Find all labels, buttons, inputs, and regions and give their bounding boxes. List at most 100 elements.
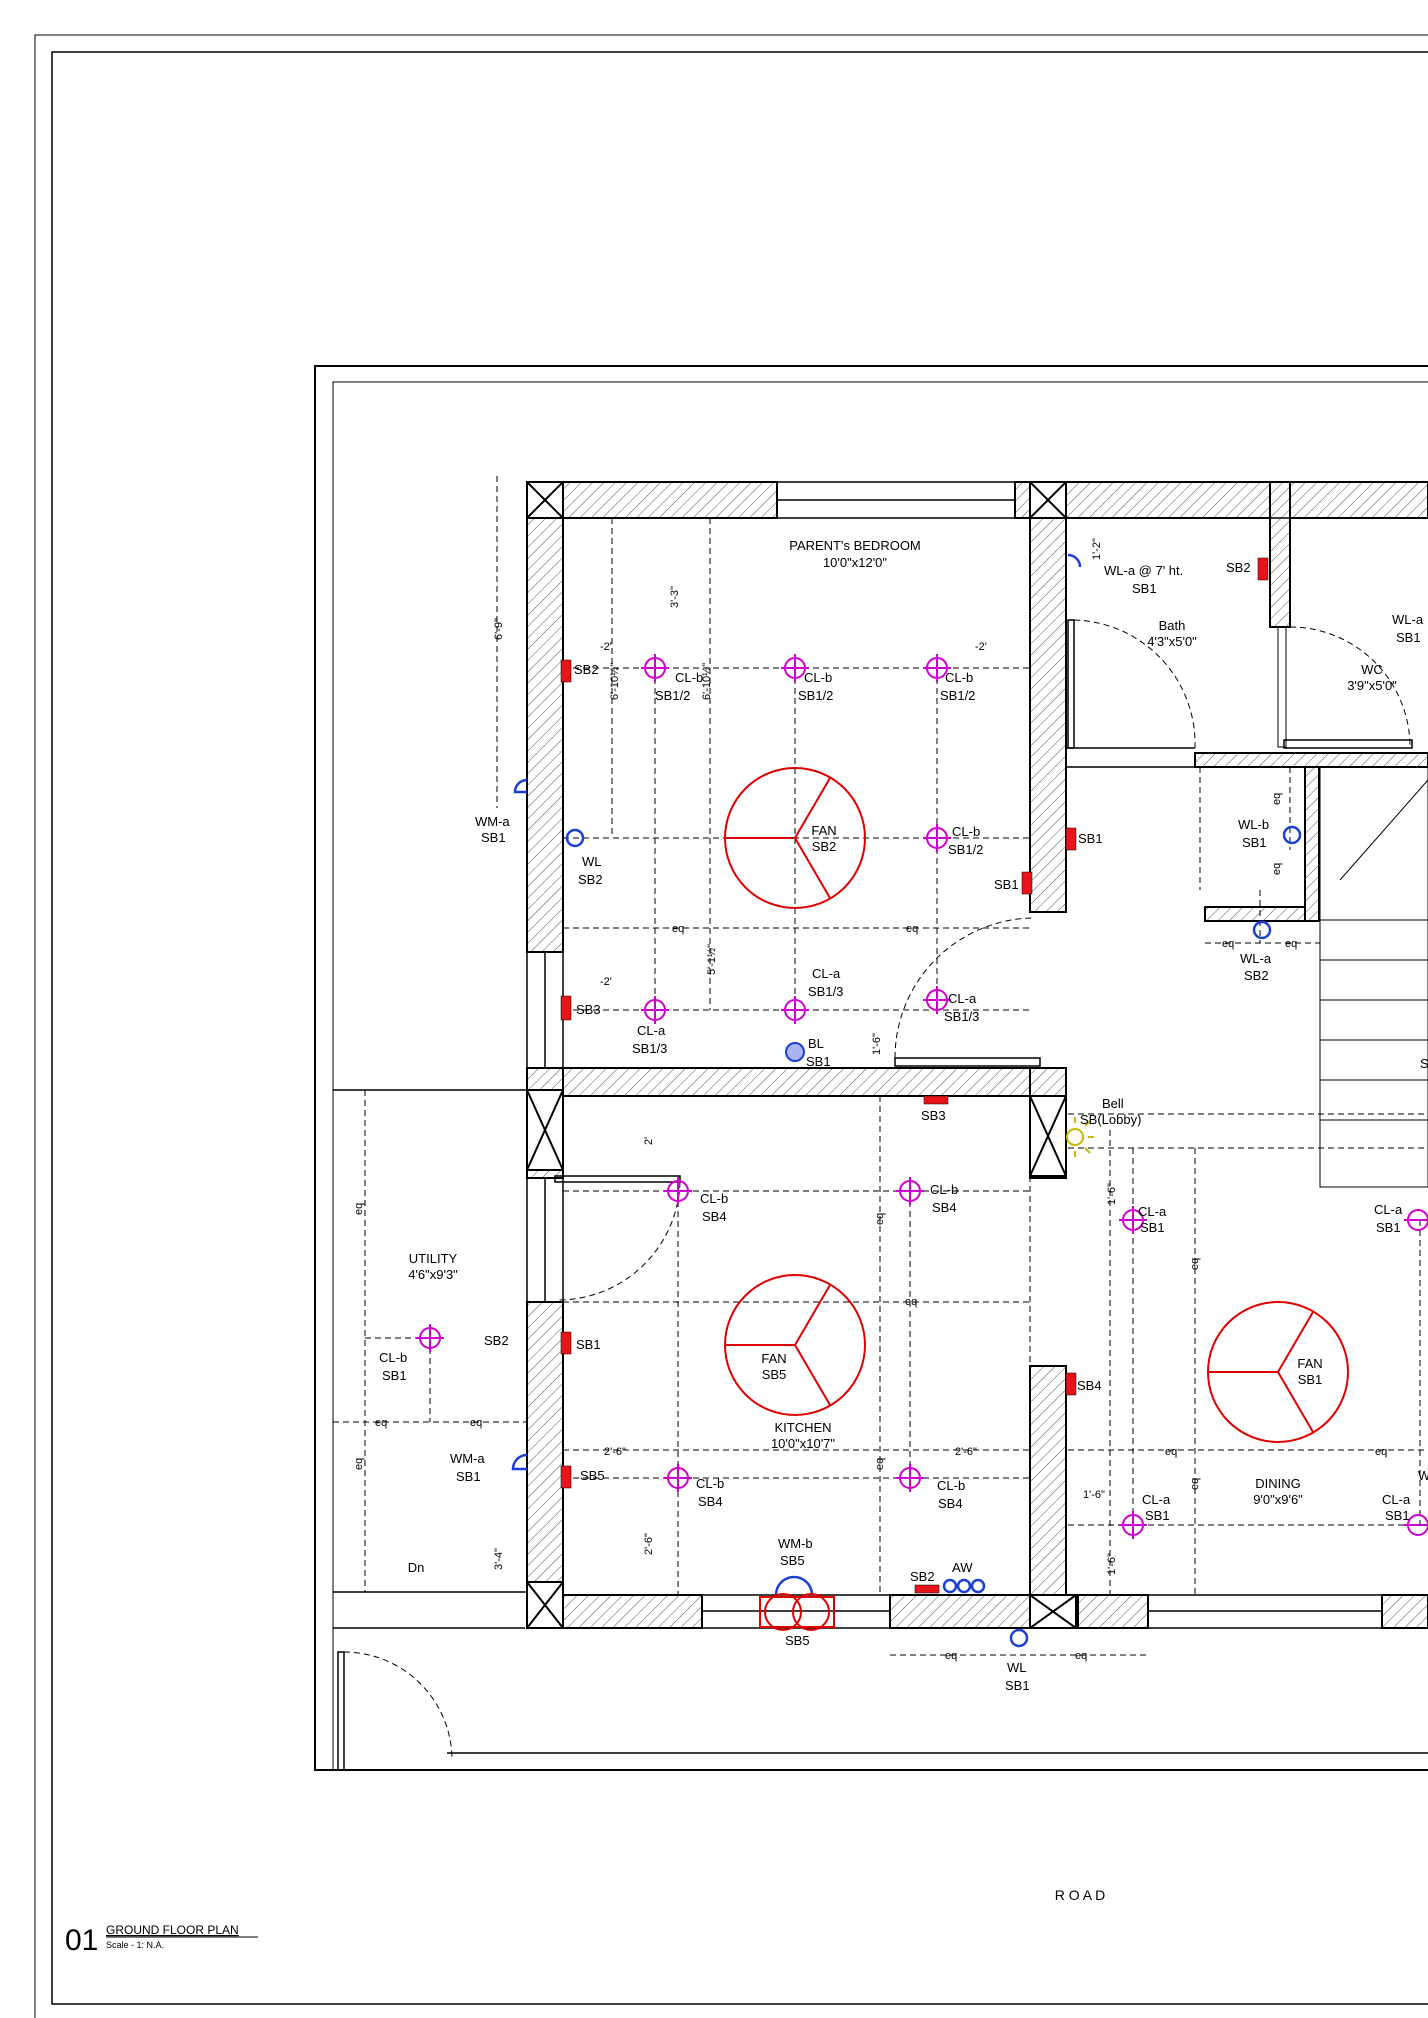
dimension-text: -2' [600,641,612,653]
wall-light-circuit: SB1 [806,1054,831,1069]
light-label: CL-b [930,1182,958,1197]
room-size-wc: 3'9"x5'0" [1347,678,1397,693]
dimension-text: eq [1271,793,1283,805]
light-circuit: SB1 [1376,1220,1401,1235]
room-name-utility: UTILITY [409,1251,458,1266]
room-name-wc: WC [1361,662,1383,677]
sheet-border-outer [34,34,1428,2018]
dimension-text: eq [1222,938,1234,950]
light-label: CL-a [812,966,841,981]
wall-light-circuit: SB1 [481,830,506,845]
light-circuit: SB1/2 [655,688,690,703]
wall-light-label: WM-a [450,1451,485,1466]
dimension-text: 3'-3" [669,586,681,608]
dimension-text: -2' [600,976,612,988]
switchboard-label: SB [1420,1056,1428,1071]
dimension-text: eq [353,1203,365,1215]
wall-light-label: WL [582,854,602,869]
light-label: CL-b [804,670,832,685]
bell-label: Bell [1102,1096,1124,1111]
dimension-text: eq [353,1458,365,1470]
wall-light-circuit: SB1 [456,1469,481,1484]
dimension-text: 5'-1½" [706,944,718,975]
light-circuit: SB1 [1145,1508,1170,1523]
light-circuit: SB1 [382,1368,407,1383]
light-label: CL-a [1382,1492,1411,1507]
dimension-text: eq [1165,1446,1177,1458]
light-circuit: SB1/2 [798,688,833,703]
light-circuit: SB4 [702,1209,727,1224]
light-label: CL-b [937,1478,965,1493]
ceiling-fan-sb5 [724,1274,866,1416]
fan-label: FAN [1297,1356,1322,1371]
dimension-text: 6'-10½" [609,663,621,700]
dimension-text: 1'-6" [1106,1553,1118,1575]
room-name-dining: DINING [1255,1476,1301,1491]
wall-light-label: WM-a [475,814,510,829]
wall-light-circuit: SB5 [785,1633,810,1648]
wall-light-label: WM-b [778,1536,813,1551]
dimension-text: 6'-10½" [701,663,713,700]
stair-down-label: Dn [408,1560,425,1575]
dimension-text: eq [1375,1446,1387,1458]
room-size-dining: 9'0"x9'6" [1253,1492,1303,1507]
doors [554,619,1413,1301]
light-circuit: SB4 [698,1494,723,1509]
light-label: CL-b [700,1191,728,1206]
light-label: CL-a [637,1023,666,1038]
wall-light-label: BL [808,1036,824,1051]
wall-light-circuit: SB1 [1132,581,1157,596]
wall-light-label: WL-a [1240,951,1272,966]
washing-machine-point [759,1593,835,1631]
room-size-bath: 4'3"x5'0" [1147,634,1197,649]
light-label: CL-a [1374,1202,1403,1217]
gate-post [337,1651,345,1771]
drawing-number: 01 [65,1924,98,1957]
fan-label: FAN [761,1351,786,1366]
dimension-text: 2'-6" [643,1533,655,1555]
dimension-text: eq [1271,863,1283,875]
switchboard-label: SB2 [1226,560,1251,575]
dimension-text: eq [906,923,918,935]
light-label: CL-b [952,824,980,839]
wall-lights [511,553,1302,1648]
dimension-text: eq [1189,1258,1201,1270]
room-size-parents-bedroom: 10'0"x12'0" [823,555,887,570]
light-circuit: SB1 [1140,1220,1165,1235]
dimension-text: 1'-6" [871,1033,883,1055]
switchboard-label: SB3 [921,1108,946,1123]
dimension-text: eq [874,1458,886,1470]
dimension-text: eq [945,1650,957,1662]
wall-light-label: WL-a @ 7' ht. [1104,563,1183,578]
bell-circuit: SB(Lobby) [1080,1112,1141,1127]
dimension-text: eq [375,1417,387,1429]
dimension-text: eq [905,1296,917,1308]
light-label: CL-a [1142,1492,1171,1507]
light-label: CL-b [675,670,703,685]
fan-circuit: SB2 [812,839,837,854]
light-circuit: SB1 [1385,1508,1410,1523]
wall-light-circuit: SB1 [1396,630,1421,645]
wall-light-label: WL-a [1392,612,1424,627]
gate-swing [343,1651,453,1761]
wall-light-label: WL [1007,1660,1027,1675]
dimension-text: -2' [975,641,987,653]
switchboard-label: SB3 [576,1002,601,1017]
wall-light-circuit: SB2 [578,872,603,887]
switchboard-label: SB2 [574,662,599,677]
light-circuit: SB1/3 [808,984,843,999]
dimension-text: eq [1075,1650,1087,1662]
light-label: CL-b [945,670,973,685]
light-label: CL-b [379,1350,407,1365]
dimension-text: 1'-2" [1091,538,1103,560]
dimension-text: 3'-4" [493,1548,505,1570]
dimension-text: 1'-6" [1106,1183,1118,1205]
switchboard-label: SB2 [484,1333,509,1348]
road-label: R O A D [1055,1887,1106,1903]
room-size-kitchen: 10'0"x10'7" [771,1436,835,1451]
switchboard-label: SB5 [580,1468,605,1483]
light-label: CL-b [696,1476,724,1491]
drawing-title: GROUND FLOOR PLAN [106,1923,239,1937]
dimension-text: eq [1189,1478,1201,1490]
switchboard-label: SB1 [576,1337,601,1352]
